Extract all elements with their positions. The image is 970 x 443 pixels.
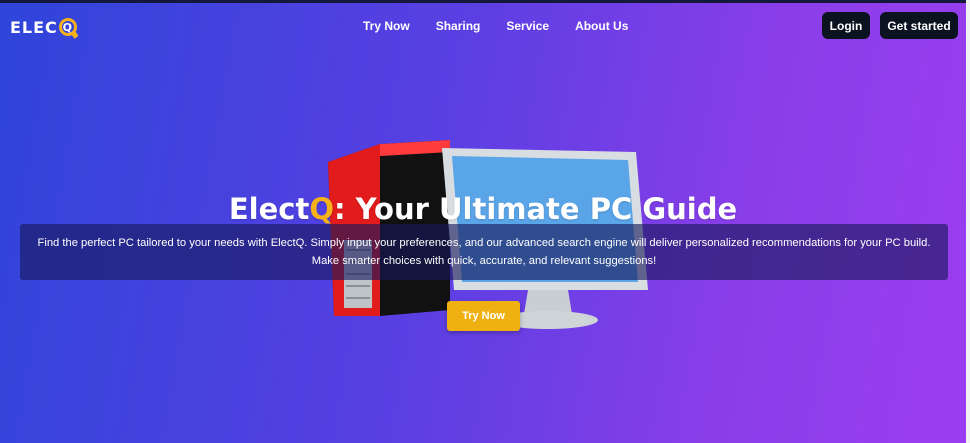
nav-service[interactable]: Service (506, 17, 549, 35)
monitor-stand-neck (524, 290, 572, 314)
hero-title: ElectQ: Your Ultimate PC Guide (0, 189, 966, 229)
hero-title-tagline: : Your Ultimate PC Guide (333, 192, 738, 226)
nav-sharing[interactable]: Sharing (436, 17, 481, 35)
hero-description: Find the perfect PC tailored to your nee… (37, 237, 931, 267)
hero-description-box: Find the perfect PC tailored to your nee… (20, 224, 948, 280)
nav-about-us[interactable]: About Us (575, 17, 628, 35)
top-border (0, 0, 970, 3)
logo-q-letter: Q (62, 20, 73, 34)
hero-title-q: Q (309, 192, 334, 226)
window-edge (966, 0, 970, 443)
nav-try-now[interactable]: Try Now (363, 17, 410, 35)
hero-title-brand: Elect (228, 192, 310, 226)
login-button[interactable]: Login (822, 12, 870, 39)
logo-text: ELEC (10, 17, 58, 37)
try-now-button[interactable]: Try Now (447, 301, 520, 331)
brand-logo[interactable]: ELEC Q (10, 15, 77, 39)
logo-q-icon: Q (58, 18, 77, 36)
get-started-button[interactable]: Get started (880, 12, 958, 39)
main-nav: Try Now Sharing Service About Us (363, 17, 628, 35)
